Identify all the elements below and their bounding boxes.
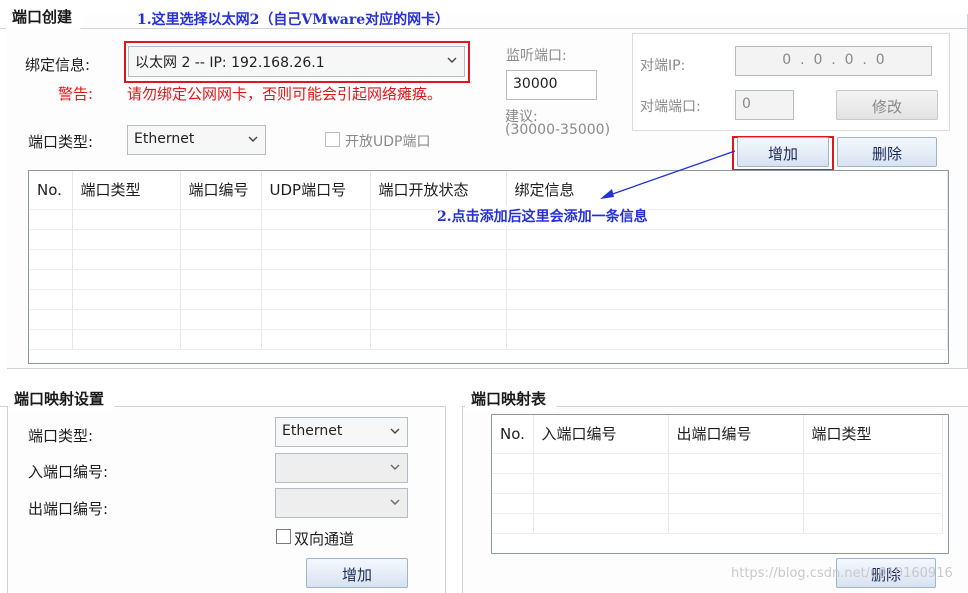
table-row <box>492 513 943 534</box>
table-row <box>29 309 948 330</box>
chevron-down-icon <box>248 136 258 142</box>
table-row <box>29 289 948 310</box>
suggest-range: (30000-35000) <box>505 122 611 138</box>
bind-info-select[interactable]: 以太网 2 -- IP: 192.168.26.1 <box>128 46 465 77</box>
table-row <box>29 329 948 350</box>
mapping-table-title: 端口映射表 <box>465 385 569 411</box>
bind-info-value: 以太网 2 -- IP: 192.168.26.1 <box>135 55 325 71</box>
udp-checkbox-label: 开放UDP端口 <box>345 134 431 150</box>
watermark: https://blog.csdn.net/u010160916 <box>731 566 953 581</box>
annotation-add-info: 2.点击添加后这里会添加一条信息 <box>437 206 648 226</box>
mapping-table-header: No. 入端口编号 出端口编号 端口类型 <box>492 415 943 454</box>
chevron-down-icon <box>390 428 400 434</box>
col-port-number[interactable]: 端口编号 <box>180 171 262 210</box>
port-table: No. 端口类型 端口编号 UDP端口号 端口开放状态 绑定信息 <box>28 170 949 364</box>
mapping-port-type-label: 端口类型: <box>28 427 94 445</box>
col-no[interactable]: No. <box>492 415 534 454</box>
out-port-label: 出端口编号: <box>28 500 109 518</box>
peer-port-input[interactable]: 0 <box>735 90 794 120</box>
table-row <box>29 229 948 250</box>
mapping-port-type-select[interactable]: Ethernet <box>275 417 408 447</box>
delete-port-button[interactable]: 删除 <box>837 137 937 167</box>
in-port-label: 入端口编号: <box>28 463 109 481</box>
port-type-label: 端口类型: <box>28 133 94 151</box>
listen-port-value: 30000 <box>513 76 558 92</box>
warning-text: 请勿绑定公网网卡，否则可能会引起网络瘫痪。 <box>127 85 443 103</box>
peer-port-label: 对端端口: <box>640 99 701 115</box>
bind-info-label: 绑定信息: <box>25 56 91 74</box>
listen-port-input[interactable]: 30000 <box>506 70 597 100</box>
chevron-down-icon <box>447 57 457 63</box>
table-row <box>492 473 943 494</box>
peer-ip-input[interactable]: 0 . 0 . 0 . 0 <box>735 46 932 76</box>
warning-label: 警告: <box>58 85 94 103</box>
peer-ip-label: 对端IP: <box>640 58 686 74</box>
col-out-port[interactable]: 出端口编号 <box>668 415 804 454</box>
col-port-type[interactable]: 端口类型 <box>803 415 943 454</box>
mapping-port-type-value: Ethernet <box>282 423 343 439</box>
col-in-port[interactable]: 入端口编号 <box>533 415 669 454</box>
port-mapping-title: 端口映射设置 <box>8 385 127 411</box>
table-row <box>492 453 943 474</box>
port-create-title: 端口创建 <box>6 3 95 29</box>
add-port-button[interactable]: 增加 <box>737 137 829 167</box>
port-type-value: Ethernet <box>134 131 195 147</box>
annotation-arrow <box>600 150 736 199</box>
udp-checkbox[interactable] <box>325 132 340 147</box>
port-type-select[interactable]: Ethernet <box>127 125 266 155</box>
peer-port-value: 0 <box>742 96 751 112</box>
col-udp-port[interactable]: UDP端口号 <box>261 171 371 210</box>
chevron-down-icon <box>390 499 400 505</box>
table-row <box>29 249 948 270</box>
bidirectional-checkbox[interactable] <box>276 529 291 544</box>
add-mapping-button[interactable]: 增加 <box>306 558 408 588</box>
col-no[interactable]: No. <box>29 171 73 210</box>
bidirectional-label: 双向通道 <box>294 530 355 548</box>
col-port-type[interactable]: 端口类型 <box>72 171 181 210</box>
in-port-select[interactable] <box>275 453 408 483</box>
out-port-select[interactable] <box>275 488 408 518</box>
listen-port-label: 监听端口: <box>506 48 567 64</box>
chevron-down-icon <box>390 464 400 470</box>
mapping-table: No. 入端口编号 出端口编号 端口类型 <box>491 414 949 554</box>
port-table-header: No. 端口类型 端口编号 UDP端口号 端口开放状态 绑定信息 <box>29 171 948 210</box>
table-row <box>29 269 948 290</box>
modify-button[interactable]: 修改 <box>836 90 938 120</box>
col-open-status[interactable]: 端口开放状态 <box>370 171 507 210</box>
table-row <box>492 493 943 514</box>
peer-ip-value: 0 . 0 . 0 . 0 <box>782 52 885 68</box>
annotation-select-nic: 1.这里选择以太网2（自己VMware对应的网卡） <box>137 12 450 28</box>
